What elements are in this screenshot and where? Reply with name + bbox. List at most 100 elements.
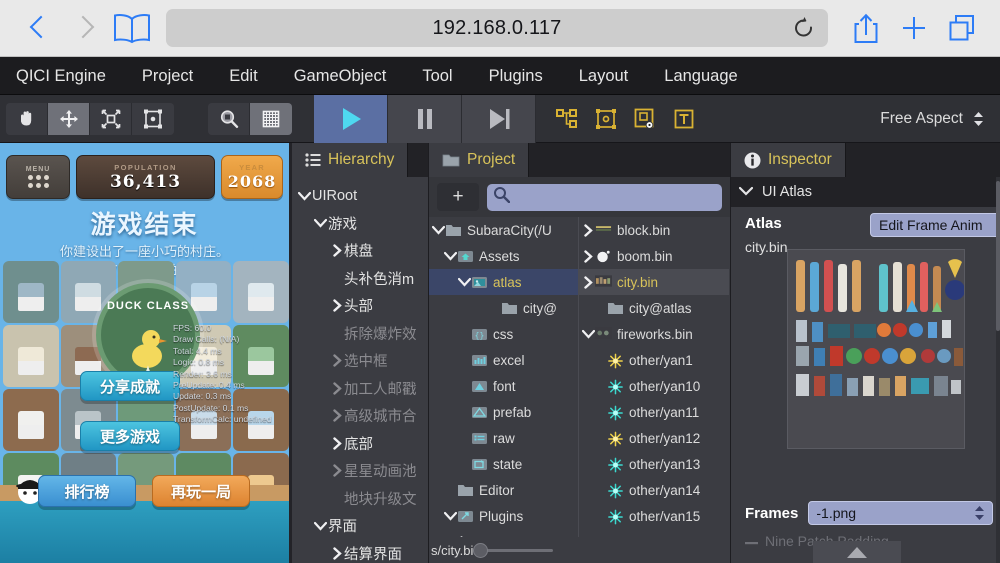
project-row[interactable]: boom.bin <box>579 243 729 269</box>
project-row[interactable]: other/yan13 <box>579 451 729 477</box>
project-row[interactable]: {} css <box>429 321 578 347</box>
url-bar[interactable]: 192.168.0.117 <box>166 9 828 47</box>
new-tab-button[interactable] <box>890 14 938 42</box>
ui-atlas-section-header[interactable]: UI Atlas <box>731 177 1000 207</box>
hierarchy-row[interactable]: 选中框 <box>292 347 428 375</box>
chevron-down-icon[interactable] <box>443 511 457 521</box>
menu-item-gameobject[interactable]: GameObject <box>276 57 405 95</box>
chevron-down-icon[interactable] <box>313 521 328 531</box>
chevron-down-icon[interactable] <box>581 329 595 339</box>
step-button[interactable] <box>462 94 536 143</box>
share-button[interactable] <box>842 13 890 44</box>
tabs-button[interactable] <box>938 13 986 43</box>
bookmarks-button[interactable] <box>106 13 152 44</box>
reload-icon[interactable] <box>793 17 814 40</box>
hierarchy-row[interactable]: UIRoot <box>292 182 428 210</box>
tab-project[interactable]: Project <box>429 143 530 177</box>
zoom-slider[interactable] <box>473 542 554 558</box>
hierarchy-row[interactable]: 星星动画池 <box>292 457 428 485</box>
menu-item-project[interactable]: Project <box>124 57 211 95</box>
scroll-up-button[interactable] <box>813 541 901 563</box>
forward-button[interactable] <box>60 13 106 43</box>
project-row[interactable]: city@ <box>429 295 578 321</box>
hand-tool-button[interactable] <box>6 102 48 135</box>
project-search-box[interactable] <box>487 183 722 211</box>
project-row[interactable]: Assets <box>429 243 578 269</box>
chevron-right-icon[interactable] <box>329 299 344 312</box>
menu-item-plugins[interactable]: Plugins <box>471 57 561 95</box>
rect-tool-button[interactable] <box>132 102 174 135</box>
project-row[interactable]: city@atlas <box>579 295 729 321</box>
chevron-right-icon[interactable] <box>329 547 344 560</box>
move-tool-button[interactable] <box>48 102 90 135</box>
project-row[interactable]: Editor <box>429 477 578 503</box>
chevron-right-icon[interactable] <box>329 464 344 477</box>
project-row[interactable]: com.qic <box>429 529 578 537</box>
chevron-right-icon[interactable] <box>329 354 344 367</box>
project-tree-right[interactable]: block.bin boom.bin city.bin city@atlas firew… <box>579 217 729 537</box>
hierarchy-row[interactable]: 界面 <box>292 512 428 540</box>
frames-select[interactable]: -1.png <box>808 501 993 525</box>
project-row[interactable]: other/yan10 <box>579 373 729 399</box>
text-tool-button[interactable] <box>667 99 701 139</box>
project-row[interactable]: font <box>429 373 578 399</box>
chevron-right-icon[interactable] <box>581 223 595 237</box>
chevron-right-icon[interactable] <box>581 275 595 289</box>
chevron-down-icon[interactable] <box>297 191 312 201</box>
project-row[interactable]: raw <box>429 425 578 451</box>
project-row[interactable]: other/yan14 <box>579 477 729 503</box>
aspect-selector[interactable]: Free Aspect <box>880 110 994 128</box>
menu-item-tool[interactable]: Tool <box>404 57 470 95</box>
frames-stepper-icon[interactable] <box>974 505 985 521</box>
chevron-right-icon[interactable] <box>329 382 344 395</box>
project-tree-left[interactable]: SubaraCity(/U Assets atlas city@ {} css excel f… <box>429 217 579 537</box>
menu-item-layout[interactable]: Layout <box>561 57 647 95</box>
share-achievement-button[interactable]: 分享成就 <box>80 371 180 401</box>
hierarchy-row[interactable]: 加工人邮戳 <box>292 375 428 403</box>
chevron-right-icon[interactable] <box>581 249 595 263</box>
anchor-button[interactable] <box>628 99 662 139</box>
project-row[interactable]: other/yan11 <box>579 399 729 425</box>
ranking-button[interactable]: 排行榜 <box>38 475 136 507</box>
project-row[interactable]: city.bin <box>579 269 729 295</box>
hierarchy-row[interactable]: 游戏 <box>292 210 428 238</box>
zoom-tool-button[interactable] <box>208 102 250 135</box>
zoom-slider-knob[interactable] <box>473 542 489 558</box>
tab-inspector[interactable]: Inspector <box>731 143 846 177</box>
chevron-down-icon[interactable] <box>431 225 445 235</box>
more-games-button[interactable]: 更多游戏 <box>80 421 180 451</box>
chevron-right-icon[interactable] <box>329 437 344 450</box>
project-row[interactable]: other/yan12 <box>579 425 729 451</box>
project-row[interactable]: other/yan1 <box>579 347 729 373</box>
chevron-down-icon[interactable] <box>313 218 328 228</box>
play-again-button[interactable]: 再玩一局 <box>152 475 250 507</box>
project-row[interactable]: block.bin <box>579 217 729 243</box>
project-row[interactable]: atlas <box>429 269 578 295</box>
hierarchy-row[interactable]: 高级城市合 <box>292 402 428 430</box>
grid-tool-button[interactable] <box>250 102 292 135</box>
pause-button[interactable] <box>388 94 462 143</box>
game-view[interactable]: MENU POPULATION 36,413 YEAR 2068 游戏结束 你建… <box>0 143 292 563</box>
back-button[interactable] <box>14 13 60 43</box>
add-asset-button[interactable]: + <box>437 183 479 211</box>
project-row[interactable]: other/van15 <box>579 503 729 529</box>
project-row[interactable]: fireworks.bin <box>579 321 729 347</box>
edit-frame-animation-button[interactable]: Edit Frame Anim <box>870 213 1000 237</box>
game-menu-button[interactable]: MENU <box>6 155 70 199</box>
atlas-preview-image[interactable] <box>787 249 965 449</box>
project-row[interactable]: SubaraCity(/U <box>429 217 578 243</box>
chevron-right-icon[interactable] <box>329 409 344 422</box>
node-graph-button[interactable] <box>550 99 584 139</box>
chevron-right-icon[interactable] <box>457 535 471 537</box>
menu-item-language[interactable]: Language <box>646 57 755 95</box>
chevron-down-icon[interactable] <box>443 251 457 261</box>
hierarchy-row[interactable]: 头补色消m <box>292 265 428 293</box>
project-search-input[interactable] <box>515 189 716 205</box>
scale-tool-button[interactable] <box>90 102 132 135</box>
hierarchy-row[interactable]: 拆除爆炸效 <box>292 320 428 348</box>
hierarchy-row[interactable]: 棋盘 <box>292 237 428 265</box>
project-row[interactable]: excel <box>429 347 578 373</box>
hierarchy-row[interactable]: 底部 <box>292 430 428 458</box>
tab-hierarchy[interactable]: Hierarchy <box>292 143 409 177</box>
menu-item-edit[interactable]: Edit <box>211 57 275 95</box>
